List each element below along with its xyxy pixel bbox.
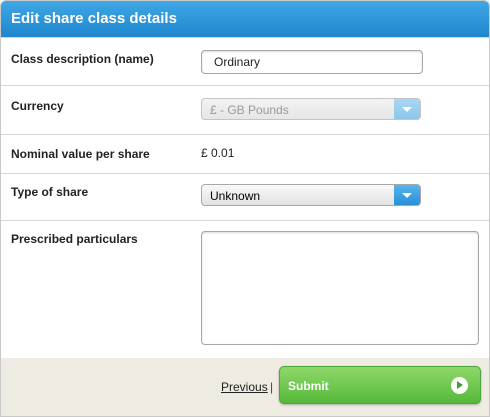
prescribed-particulars-textarea[interactable] [201, 231, 479, 345]
chevron-down-icon [394, 185, 420, 205]
type-of-share-label: Type of share [11, 185, 89, 199]
nominal-value-label: Nominal value per share [11, 147, 150, 161]
currency-selected-value: £ - GB Pounds [210, 103, 289, 117]
row-nominal-value: Nominal value per share £ 0.01 [1, 134, 489, 173]
chevron-down-icon [394, 99, 420, 119]
arrow-right-circle-icon [451, 377, 468, 394]
class-description-input[interactable]: Ordinary [201, 50, 423, 74]
row-type-of-share: Type of share Unknown [1, 173, 489, 220]
link-separator: | [270, 380, 274, 394]
row-prescribed-particulars: Prescribed particulars [1, 220, 489, 359]
edit-share-class-panel: Edit share class details Class descripti… [0, 0, 490, 417]
prescribed-particulars-label: Prescribed particulars [11, 232, 138, 246]
type-of-share-selected-value: Unknown [210, 189, 261, 203]
row-class-description: Class description (name) Ordinary [1, 37, 489, 85]
currency-select[interactable]: £ - GB Pounds [201, 98, 421, 120]
nominal-value-text: £ 0.01 [201, 146, 235, 160]
panel-title: Edit share class details [1, 1, 489, 37]
class-description-label: Class description (name) [11, 52, 154, 66]
currency-label: Currency [11, 99, 64, 113]
submit-button[interactable]: Submit [279, 366, 481, 404]
submit-button-label: Submit [288, 379, 329, 393]
type-of-share-select[interactable]: Unknown [201, 184, 421, 206]
previous-link[interactable]: Previous [221, 380, 268, 394]
row-currency: Currency £ - GB Pounds [1, 85, 489, 134]
form-footer: Previous | Submit [1, 358, 489, 416]
